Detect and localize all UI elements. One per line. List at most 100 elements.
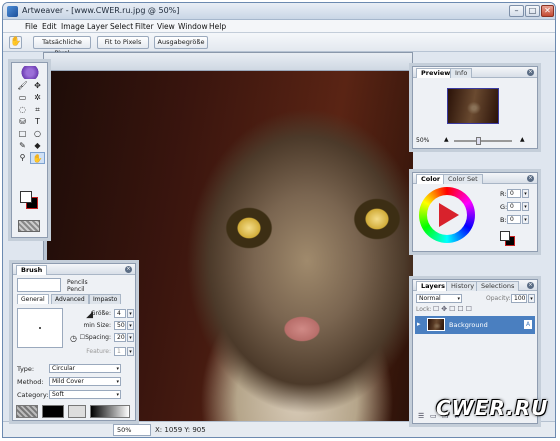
- blend-mode-select[interactable]: Normal ▾: [416, 294, 462, 303]
- color-triangle[interactable]: [439, 203, 459, 227]
- size-dropdown[interactable]: ▾: [127, 309, 134, 318]
- panel-close-icon[interactable]: ×: [527, 69, 534, 76]
- category-select-value: Soft: [52, 391, 64, 398]
- tab-general[interactable]: General: [17, 294, 49, 304]
- color-fg-swatch[interactable]: [500, 231, 510, 241]
- status-zoom-field[interactable]: 50%: [113, 424, 151, 436]
- fit-to-pixels-button[interactable]: Fit to Pixels: [97, 36, 149, 49]
- feature-field[interactable]: 1: [114, 347, 126, 356]
- close-button[interactable]: ✕: [541, 5, 554, 17]
- rubber-stamp-icon[interactable]: ⛁: [15, 116, 30, 128]
- b-field[interactable]: 0: [507, 215, 521, 224]
- spacing-clock-icon: ◷: [70, 334, 77, 343]
- preview-panel-header: Preview Info ×: [413, 67, 537, 78]
- layer-style-icon[interactable]: ☰: [418, 412, 424, 420]
- menu-filter[interactable]: Filter: [135, 22, 154, 31]
- crop-icon[interactable]: ⌗: [30, 104, 45, 116]
- g-field[interactable]: 0: [507, 202, 521, 211]
- size-field[interactable]: 4: [114, 309, 126, 318]
- menu-window[interactable]: Window: [178, 22, 208, 31]
- zoom-in-icon[interactable]: ▲: [520, 136, 525, 143]
- ellipse-icon[interactable]: ○: [30, 128, 45, 140]
- texture-swatch[interactable]: [16, 405, 38, 418]
- chevron-down-icon: ▾: [116, 392, 119, 398]
- color-swatch[interactable]: [42, 405, 64, 418]
- brush-icon[interactable]: 🖌: [15, 80, 30, 92]
- min-size-dropdown[interactable]: ▾: [127, 321, 134, 330]
- panel-close-icon[interactable]: ×: [527, 175, 534, 182]
- alpha-lock-icon[interactable]: A: [524, 320, 532, 329]
- type-select[interactable]: Circular ▾: [49, 364, 121, 373]
- b-dropdown[interactable]: ▾: [522, 215, 529, 224]
- text-icon[interactable]: T: [30, 116, 45, 128]
- zoom-out-icon[interactable]: ▲: [444, 136, 449, 143]
- menu-image[interactable]: Image: [61, 22, 85, 31]
- brush-variant: Pencil: [67, 286, 85, 293]
- minimize-button[interactable]: –: [509, 5, 524, 17]
- print-size-button[interactable]: Ausgabegröße: [154, 36, 208, 49]
- spacing-dropdown[interactable]: ▾: [127, 333, 134, 342]
- artweaver-flower-icon: [20, 66, 40, 79]
- menu-edit[interactable]: Edit: [42, 22, 57, 31]
- tab-history[interactable]: History: [446, 281, 480, 291]
- zoom-slider[interactable]: [454, 140, 512, 142]
- r-dropdown[interactable]: ▾: [522, 189, 529, 198]
- tab-brush[interactable]: Brush: [16, 265, 48, 275]
- method-select-value: Mild Cover: [52, 378, 84, 385]
- tab-impasto[interactable]: Impasto: [89, 294, 122, 304]
- min-size-field[interactable]: 50: [114, 321, 126, 330]
- fill-bucket-icon[interactable]: ◆: [30, 140, 45, 152]
- menu-view[interactable]: View: [157, 22, 175, 31]
- brush-panel-header: Brush ×: [13, 264, 135, 275]
- opacity-dropdown[interactable]: ▾: [528, 294, 535, 303]
- actual-pixels-button[interactable]: Tatsächliche Pixel: [33, 36, 91, 57]
- tab-advanced[interactable]: Advanced: [51, 294, 89, 304]
- foreground-color-swatch[interactable]: [20, 191, 32, 203]
- g-dropdown[interactable]: ▾: [522, 202, 529, 211]
- hand-icon[interactable]: ✋: [9, 36, 22, 49]
- color-wheel[interactable]: [419, 187, 475, 243]
- menu-help[interactable]: Help: [209, 22, 226, 31]
- spacing-field[interactable]: 20: [114, 333, 126, 342]
- hand-icon[interactable]: ✋: [30, 152, 45, 164]
- tab-color-set[interactable]: Color Set: [443, 174, 483, 184]
- tab-info[interactable]: Info: [450, 68, 473, 78]
- lock-options-icons[interactable]: ☐✥☐☐☐: [433, 305, 474, 313]
- panel-close-icon[interactable]: ×: [527, 282, 534, 289]
- brush-variant-selector[interactable]: [17, 278, 61, 292]
- magic-wand-icon[interactable]: ✲: [30, 92, 45, 104]
- method-select[interactable]: Mild Cover ▾: [49, 377, 121, 386]
- cursor-coordinates: X: 1059 Y: 905: [155, 426, 206, 434]
- opacity-field[interactable]: 100: [511, 294, 527, 303]
- r-field[interactable]: 0: [507, 189, 521, 198]
- rect-select-icon[interactable]: ▭: [15, 92, 30, 104]
- brush-stroke-preview: [17, 308, 63, 348]
- feature-dropdown[interactable]: ▾: [127, 347, 134, 356]
- menu-file[interactable]: File: [25, 22, 38, 31]
- gradient-swatch[interactable]: [90, 405, 130, 418]
- layers-panel-header: Layers History Selections ×: [413, 280, 537, 291]
- pattern-swatch[interactable]: [18, 220, 40, 232]
- method-label: Method:: [17, 378, 44, 386]
- visibility-eye-icon[interactable]: ▸: [417, 320, 421, 328]
- tab-selections[interactable]: Selections: [476, 281, 520, 291]
- menu-layer[interactable]: Layer: [87, 22, 108, 31]
- tool-grid: 🖌 ✥ ▭ ✲ ◌ ⌗ ⛁ T □ ○ ✎ ◆ ⚲ ✋: [15, 80, 45, 164]
- chevron-down-icon: ▾: [116, 366, 119, 372]
- panel-close-icon[interactable]: ×: [125, 266, 132, 273]
- move-icon[interactable]: ✥: [30, 80, 45, 92]
- category-select[interactable]: Soft ▾: [49, 390, 121, 399]
- gradient-type-swatch[interactable]: [68, 405, 86, 418]
- navigator-thumbnail[interactable]: [447, 88, 499, 124]
- rectangle-icon[interactable]: □: [15, 128, 30, 140]
- zoom-icon[interactable]: ⚲: [15, 152, 30, 164]
- layer-row[interactable]: ▸ Background A: [415, 316, 535, 334]
- tab-color[interactable]: Color: [416, 174, 446, 184]
- eyedropper-icon[interactable]: ✎: [15, 140, 30, 152]
- zoom-slider-handle[interactable]: [476, 137, 481, 145]
- maximize-button[interactable]: □: [525, 5, 540, 17]
- brush-bottom-bar: [16, 405, 134, 419]
- menu-select[interactable]: Select: [110, 22, 133, 31]
- lasso-icon[interactable]: ◌: [15, 104, 30, 116]
- tab-layers[interactable]: Layers: [416, 281, 451, 291]
